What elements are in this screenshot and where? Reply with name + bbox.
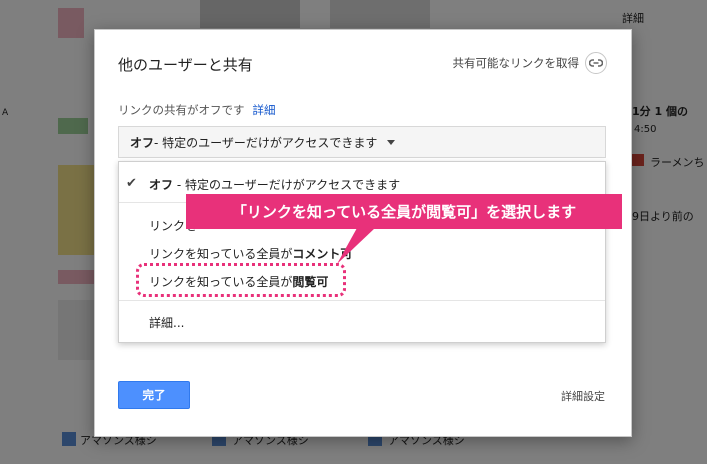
menu-item-bold: オフ: [149, 178, 174, 192]
details-link[interactable]: 詳細: [253, 103, 276, 117]
menu-item-label: 詳細...: [149, 316, 185, 330]
checkmark-icon: ✔: [126, 176, 137, 191]
link-status-text: リンクの共有がオフです: [118, 103, 245, 117]
menu-divider: [119, 300, 605, 301]
selection-highlight: [136, 263, 346, 297]
get-shareable-link-button[interactable]: 共有可能なリンクを取得: [452, 52, 607, 74]
link-icon: [585, 52, 607, 74]
callout-pointer-icon: [337, 228, 375, 264]
dropdown-value-text: - 特定のユーザーだけがアクセスできます: [154, 135, 378, 150]
dialog-title: 他のユーザーと共有: [118, 56, 253, 74]
menu-item-label: - 特定のユーザーだけがアクセスできます: [173, 178, 401, 192]
done-button[interactable]: 完了: [118, 381, 190, 409]
menu-item-label: リンクを知っている全員が: [149, 247, 293, 261]
link-sharing-status: リンクの共有がオフです 詳細: [118, 102, 276, 118]
annotation-callout: 「リンクを知っている全員が閲覧可」を選択します: [186, 194, 622, 229]
caret-down-icon: [387, 139, 396, 145]
shareable-link-label: 共有可能なリンクを取得: [452, 56, 580, 70]
advanced-settings-link[interactable]: 詳細設定: [561, 388, 605, 404]
link-access-dropdown[interactable]: オフ - 特定のユーザーだけがアクセスできます: [118, 126, 606, 158]
dropdown-value-bold: オフ: [130, 135, 155, 150]
